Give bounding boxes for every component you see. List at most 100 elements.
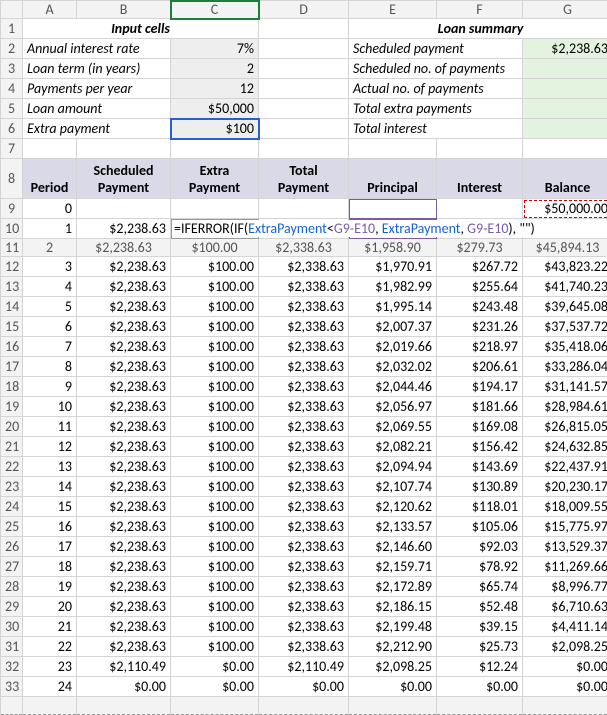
- cell[interactable]: [171, 199, 259, 219]
- select-all-cell[interactable]: [1, 1, 23, 19]
- cell-interest[interactable]: $105.06: [437, 517, 523, 537]
- cell-extra[interactable]: $100.00: [171, 577, 259, 597]
- cell-period[interactable]: 24: [23, 677, 77, 697]
- cell-balance[interactable]: $20,230.17: [523, 477, 607, 497]
- cell-sched[interactable]: $2,238.63: [77, 457, 171, 477]
- cell-extra[interactable]: $100.00: [171, 537, 259, 557]
- cell-extra[interactable]: $100.00: [171, 557, 259, 577]
- amount-value[interactable]: $50,000: [171, 99, 259, 119]
- sched-pay-value[interactable]: $2,238.63: [523, 39, 607, 59]
- cell-sched[interactable]: $2,238.63: [77, 637, 171, 657]
- cell-total[interactable]: $2,338.63: [259, 337, 349, 357]
- cell-period[interactable]: 20: [23, 597, 77, 617]
- cell-sched[interactable]: $2,238.63: [77, 357, 171, 377]
- cell-extra[interactable]: $100.00: [171, 239, 259, 257]
- row-header-7[interactable]: 7: [1, 139, 23, 159]
- cell-period[interactable]: 4: [23, 277, 77, 297]
- cell-sched[interactable]: $2,238.63: [77, 417, 171, 437]
- row-header-27[interactable]: 27: [1, 557, 23, 577]
- cell-extra[interactable]: $100.00: [171, 297, 259, 317]
- cell[interactable]: [259, 39, 349, 59]
- cell-total[interactable]: $2,338.63: [259, 377, 349, 397]
- cell-balance[interactable]: $33,286.04: [523, 357, 607, 377]
- cell-sched[interactable]: $0.00: [77, 677, 171, 697]
- th-principal[interactable]: Principal: [349, 159, 437, 199]
- cell-period[interactable]: 18: [23, 557, 77, 577]
- cell-E9[interactable]: [349, 199, 437, 219]
- cell-sched[interactable]: $2,238.63: [77, 337, 171, 357]
- cell-balance[interactable]: $45,894.13: [523, 239, 607, 257]
- row-header-17[interactable]: 17: [1, 357, 23, 377]
- cell-G9[interactable]: $50,000.00: [523, 199, 607, 219]
- cell-extra[interactable]: $100.00: [171, 257, 259, 277]
- cell-sched[interactable]: $2,110.49: [77, 657, 171, 677]
- cell-extra[interactable]: $100.00: [171, 497, 259, 517]
- row-header-32[interactable]: 32: [1, 657, 23, 677]
- cell-balance[interactable]: $26,815.05: [523, 417, 607, 437]
- cell-sched[interactable]: $2,238.63: [77, 437, 171, 457]
- cell-extra[interactable]: $100.00: [171, 637, 259, 657]
- cell-balance[interactable]: $35,418.06: [523, 337, 607, 357]
- cell-sched[interactable]: $2,238.63: [77, 557, 171, 577]
- cell-balance[interactable]: $0.00: [523, 657, 607, 677]
- cell[interactable]: [77, 139, 171, 159]
- extra-value[interactable]: $100: [171, 119, 259, 139]
- cell-A10[interactable]: 1: [23, 219, 77, 239]
- cell-principal[interactable]: $2,082.21: [349, 437, 437, 457]
- cell-period[interactable]: 12: [23, 437, 77, 457]
- cell-balance[interactable]: $41,740.23: [523, 277, 607, 297]
- cell-principal[interactable]: $2,120.62: [349, 497, 437, 517]
- total-int-value[interactable]: [523, 119, 607, 139]
- cell-balance[interactable]: $28,984.61: [523, 397, 607, 417]
- cell-balance[interactable]: $37,537.72: [523, 317, 607, 337]
- cell-interest[interactable]: $255.64: [437, 277, 523, 297]
- cell-balance[interactable]: $43,823.22: [523, 257, 607, 277]
- cell-total[interactable]: $2,338.63: [259, 577, 349, 597]
- cell-sched[interactable]: $2,238.63: [77, 277, 171, 297]
- actual-num-value[interactable]: [523, 79, 607, 99]
- column-header-row[interactable]: A B C D E F G: [1, 1, 607, 19]
- cell-sched[interactable]: $2,238.63: [77, 597, 171, 617]
- cell-principal[interactable]: $2,094.94: [349, 457, 437, 477]
- cell-principal[interactable]: $2,159.71: [349, 557, 437, 577]
- cell-sched[interactable]: $2,238.63: [77, 617, 171, 637]
- cell[interactable]: [259, 59, 349, 79]
- cell-balance[interactable]: $15,775.97: [523, 517, 607, 537]
- cell[interactable]: [77, 199, 171, 219]
- cell-total[interactable]: $2,338.63: [259, 277, 349, 297]
- cell-period[interactable]: 15: [23, 497, 77, 517]
- cell[interactable]: [437, 199, 523, 219]
- cell-principal[interactable]: $1,982.99: [349, 277, 437, 297]
- spreadsheet[interactable]: A B C D E F G 1 Input cells Loan summary…: [0, 0, 607, 715]
- cell-total[interactable]: $2,338.63: [259, 257, 349, 277]
- cell-extra[interactable]: $100.00: [171, 337, 259, 357]
- cell-interest[interactable]: $25.73: [437, 637, 523, 657]
- cell-extra[interactable]: $0.00: [171, 657, 259, 677]
- row-header-3[interactable]: 3: [1, 59, 23, 79]
- cell-B10[interactable]: $2,238.63: [77, 219, 171, 239]
- cell-total[interactable]: $2,338.63: [259, 537, 349, 557]
- cell-sched[interactable]: $2,238.63: [77, 537, 171, 557]
- row-header-11[interactable]: 11: [1, 239, 23, 257]
- row-header-33[interactable]: 33: [1, 677, 23, 697]
- cell-extra[interactable]: $100.00: [171, 477, 259, 497]
- cell-total[interactable]: $2,338.63: [259, 239, 349, 257]
- cell-principal[interactable]: $2,212.90: [349, 637, 437, 657]
- cell-sched[interactable]: $2,238.63: [77, 517, 171, 537]
- cell[interactable]: [437, 139, 523, 159]
- cell-interest[interactable]: $65.74: [437, 577, 523, 597]
- row-header-4[interactable]: 4: [1, 79, 23, 99]
- sched-pay-label[interactable]: Scheduled payment: [349, 39, 523, 59]
- cell-interest[interactable]: $156.42: [437, 437, 523, 457]
- col-header-D[interactable]: D: [259, 1, 349, 19]
- cell-period[interactable]: 9: [23, 377, 77, 397]
- col-header-F[interactable]: F: [437, 1, 523, 19]
- cell-C10-formula[interactable]: =IFERROR(IF(ExtraPayment<G9-E10, ExtraPa…: [171, 219, 259, 239]
- cell-balance[interactable]: $13,529.37: [523, 537, 607, 557]
- cell[interactable]: [259, 19, 349, 39]
- cell[interactable]: [259, 99, 349, 119]
- row-header-16[interactable]: 16: [1, 337, 23, 357]
- cell-extra[interactable]: $100.00: [171, 417, 259, 437]
- cell-total[interactable]: $2,338.63: [259, 617, 349, 637]
- extra-label[interactable]: Extra payment: [23, 119, 171, 139]
